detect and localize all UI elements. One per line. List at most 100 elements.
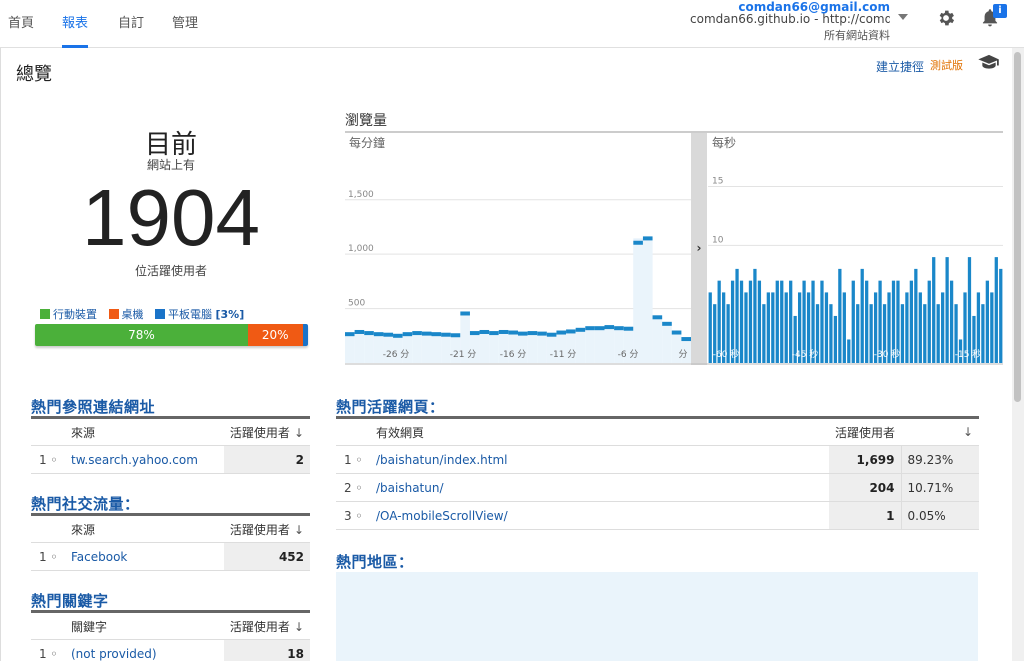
minute-area (633, 242, 643, 363)
minute-area (642, 238, 653, 363)
device-legend: 行動裝置 桌機 平板電腦 [3%] (40, 306, 252, 321)
second-bar (914, 268, 918, 363)
col-users[interactable]: 活躍使用者 ↓ (223, 514, 310, 543)
tab-home[interactable]: 首頁 (8, 12, 34, 48)
notification-badge[interactable]: i (993, 4, 1007, 18)
minute-mark (460, 311, 470, 316)
minute-mark (585, 326, 595, 331)
account-property[interactable]: comdan66.github.io - http://comdan… (690, 12, 890, 26)
sort-down-icon[interactable]: ↓ (294, 620, 304, 634)
create-shortcut-link[interactable]: 建立捷徑 (876, 58, 924, 75)
minute-mark (623, 326, 634, 331)
minute-mark (345, 332, 355, 337)
second-bar (936, 304, 940, 363)
minute-mark (383, 332, 394, 337)
keyword-link[interactable]: (not provided) (65, 639, 224, 661)
table-row: 1 ◦ Facebook 452 (31, 542, 310, 571)
col-users[interactable]: 活躍使用者 ↓ (223, 417, 310, 446)
minute-area (662, 323, 672, 363)
second-bar (780, 280, 784, 363)
minute-mark (412, 331, 422, 336)
per-second-title: 每秒 (712, 135, 736, 150)
page-link[interactable]: /baishatun/ (370, 473, 829, 502)
referrals-table: 來源 活躍使用者 ↓ 1 ◦ tw.search.yahoo.com 2 (31, 416, 310, 474)
table-header: 來源 活躍使用者 ↓ (31, 514, 310, 543)
minute-area (421, 333, 432, 363)
col-users[interactable]: 活躍使用者 (828, 417, 901, 446)
second-bar (909, 280, 914, 363)
minute-mark (566, 329, 576, 334)
col-users[interactable]: 活躍使用者 ↓ (223, 611, 310, 640)
legend-tablet-pct: [3%] (215, 308, 245, 321)
social-title: 熱門社交流量： (31, 495, 140, 513)
keywords-table: 關鍵字 活躍使用者 ↓ 1 ◦ (not provided) 18 (31, 610, 310, 661)
minute-mark (402, 332, 413, 337)
second-bar (748, 280, 753, 363)
tab-admin[interactable]: 管理 (172, 12, 198, 48)
scrollbar-thumb[interactable] (1014, 52, 1021, 402)
second-bar (905, 292, 909, 363)
legend-mobile: 行動裝置 (40, 308, 97, 321)
tab-reports[interactable]: 報表 (62, 12, 89, 48)
minute-mark (671, 330, 682, 335)
social-link[interactable]: Facebook (65, 542, 224, 571)
top-nav: 首頁 報表 自訂 管理 comdan66@gmail.com comdan66.… (0, 0, 1024, 48)
x-tick-label: -15 秒 (955, 348, 982, 360)
col-source: 來源 (65, 417, 224, 446)
x-tick-label: -30 秒 (874, 348, 901, 360)
row-rank: 1 ◦ (31, 639, 65, 661)
second-bar (775, 280, 779, 363)
minute-area (345, 334, 355, 363)
col-users-label: 活躍使用者 (834, 425, 895, 440)
tab-customize[interactable]: 自訂 (118, 12, 144, 48)
second-bar (824, 292, 829, 363)
second-bar (985, 280, 989, 363)
account-dropdown-icon[interactable] (898, 14, 908, 20)
col-users-label: 活躍使用者 (229, 522, 290, 537)
referral-link[interactable]: tw.search.yahoo.com (65, 445, 224, 474)
locations-map[interactable] (336, 572, 978, 661)
second-bar (869, 304, 873, 363)
second-bar (829, 304, 833, 363)
table-row: 1 ◦ tw.search.yahoo.com 2 (31, 445, 310, 474)
minute-mark (537, 331, 547, 336)
account-view[interactable]: 所有網站資料 (824, 27, 890, 43)
minute-area (575, 329, 586, 363)
sort-down-icon[interactable]: ↓ (963, 425, 973, 439)
minute-mark (364, 331, 374, 336)
row-pct: 89.23% (900, 445, 979, 474)
minute-mark (469, 331, 480, 336)
minute-area (585, 328, 595, 363)
sort-down-icon[interactable]: ↓ (294, 426, 304, 440)
x-tick-label: 分 (678, 349, 687, 360)
second-bar (941, 292, 945, 363)
legend-swatch (40, 309, 50, 319)
minute-mark (354, 329, 365, 334)
col-sort[interactable]: ↓ (901, 417, 979, 446)
x-tick-label: -21 分 (450, 349, 477, 360)
active-user-count: 1904 (82, 173, 260, 262)
y-tick-label: 500 (348, 299, 365, 309)
sort-down-icon[interactable]: ↓ (294, 523, 304, 537)
col-source: 來源 (65, 514, 224, 543)
x-tick-label: -60 秒 (713, 348, 740, 360)
col-keyword: 關鍵字 (65, 611, 224, 640)
minute-area (479, 331, 490, 363)
page-link[interactable]: /OA-mobileScrollView/ (370, 501, 829, 530)
page-link[interactable]: /baishatun/index.html (370, 445, 829, 474)
second-bar (838, 268, 842, 363)
row-pct: 10.71% (900, 473, 979, 502)
second-bar (865, 280, 869, 363)
device-segment-mobile: 78% (35, 324, 248, 346)
graduation-cap-icon[interactable] (978, 54, 1000, 70)
table-row: 1 ◦ (not provided) 18 (31, 639, 310, 661)
col-rank (31, 514, 65, 543)
x-tick-label: -26 分 (383, 349, 410, 360)
minute-mark (633, 240, 643, 245)
pageviews-title: 瀏覽量 (345, 113, 387, 129)
minute-area (594, 328, 605, 363)
gear-icon[interactable] (936, 8, 956, 28)
second-bar (927, 280, 931, 363)
legend-tablet: 平板電腦 [3%] (155, 308, 244, 321)
second-bar (851, 280, 855, 363)
